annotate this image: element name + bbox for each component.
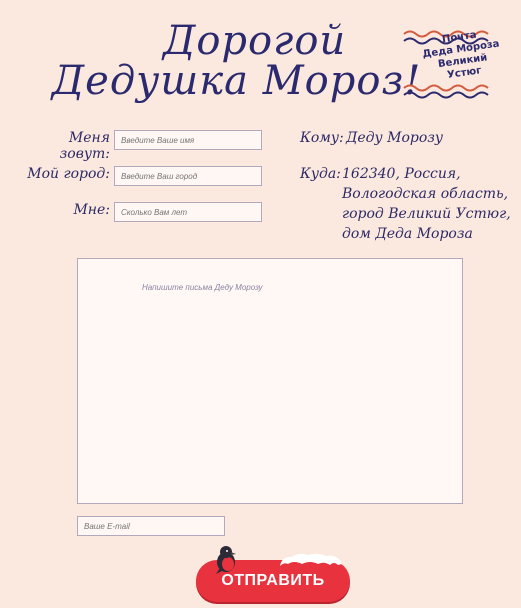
bullfinch-icon — [216, 546, 236, 574]
name-input[interactable] — [114, 130, 262, 150]
address-line: Вологодская область, — [342, 186, 509, 202]
destination-label: Куда: — [300, 166, 341, 182]
postmark-stamp: Почта Деда Мороза Великий Устюг — [402, 24, 500, 106]
address-line: город Великий Устюг, — [342, 206, 511, 222]
address-line: дом Деда Мороза — [342, 226, 473, 242]
city-input[interactable] — [114, 166, 262, 186]
age-input[interactable] — [114, 202, 262, 222]
email-input[interactable] — [77, 516, 225, 536]
address-line: 162340, Россия, — [342, 166, 461, 182]
recipient-label: Кому: — [300, 130, 344, 146]
recipient-value: Деду Морозу — [346, 130, 444, 146]
age-label: Мне: — [73, 202, 110, 218]
letter-placeholder: Напишите письма Деду Морозу — [142, 283, 263, 292]
snow-cap-icon — [280, 553, 342, 566]
letter-textarea[interactable]: Напишите письма Деду Морозу — [77, 258, 463, 504]
name-label: Меня зовут: — [59, 130, 110, 162]
city-label: Мой город: — [27, 166, 110, 182]
